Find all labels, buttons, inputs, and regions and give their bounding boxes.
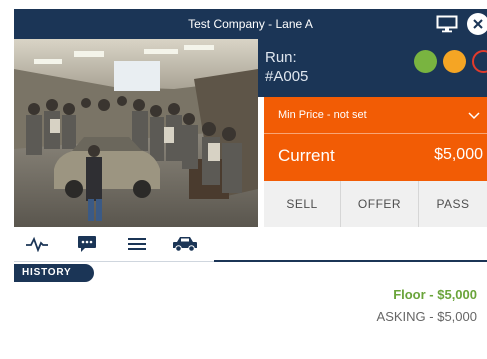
pass-button[interactable]: PASS [419, 181, 487, 227]
run-panel: Run: #A005 [258, 39, 487, 97]
close-button[interactable] [466, 12, 487, 36]
floor-price: Floor - $5,000 [393, 287, 477, 302]
history-badge: HISTORY [14, 264, 94, 282]
monitor-icon [436, 15, 458, 33]
close-icon [467, 13, 487, 35]
live-video-feed[interactable] [14, 39, 258, 227]
auction-floor-camera-image [14, 39, 258, 227]
car-icon [173, 237, 197, 252]
activity-icon [26, 236, 48, 252]
price-panel: Min Price - not set Current $5,000 [264, 97, 487, 181]
tab-bar [14, 227, 487, 262]
chat-icon [78, 236, 96, 252]
tab-activity[interactable] [18, 227, 56, 261]
window-title: Test Company - Lane A [188, 17, 313, 31]
chevron-down-icon[interactable] [468, 108, 480, 126]
tab-vehicle[interactable] [166, 227, 204, 261]
sell-button[interactable]: SELL [264, 181, 341, 227]
monitor-button[interactable] [434, 12, 460, 36]
offer-button[interactable]: OFFER [341, 181, 419, 227]
divider [264, 133, 487, 134]
menu-icon [128, 238, 146, 250]
amber-status-light [443, 50, 466, 73]
min-price-dropdown[interactable]: Min Price - not set [278, 109, 367, 121]
run-number: #A005 [265, 68, 309, 85]
green-status-light [414, 50, 437, 73]
current-bid-value: $5,000 [434, 146, 483, 163]
tab-chat[interactable] [68, 227, 106, 261]
red-status-light [472, 50, 487, 73]
asking-price: ASKING - $5,000 [376, 309, 477, 324]
tab-menu[interactable] [118, 227, 156, 261]
tab-underline [214, 260, 487, 262]
run-label: Run: [265, 49, 297, 66]
current-label: Current [278, 146, 335, 165]
action-bar: SELL OFFER PASS [264, 181, 487, 227]
window-header: Test Company - Lane A [14, 9, 487, 39]
